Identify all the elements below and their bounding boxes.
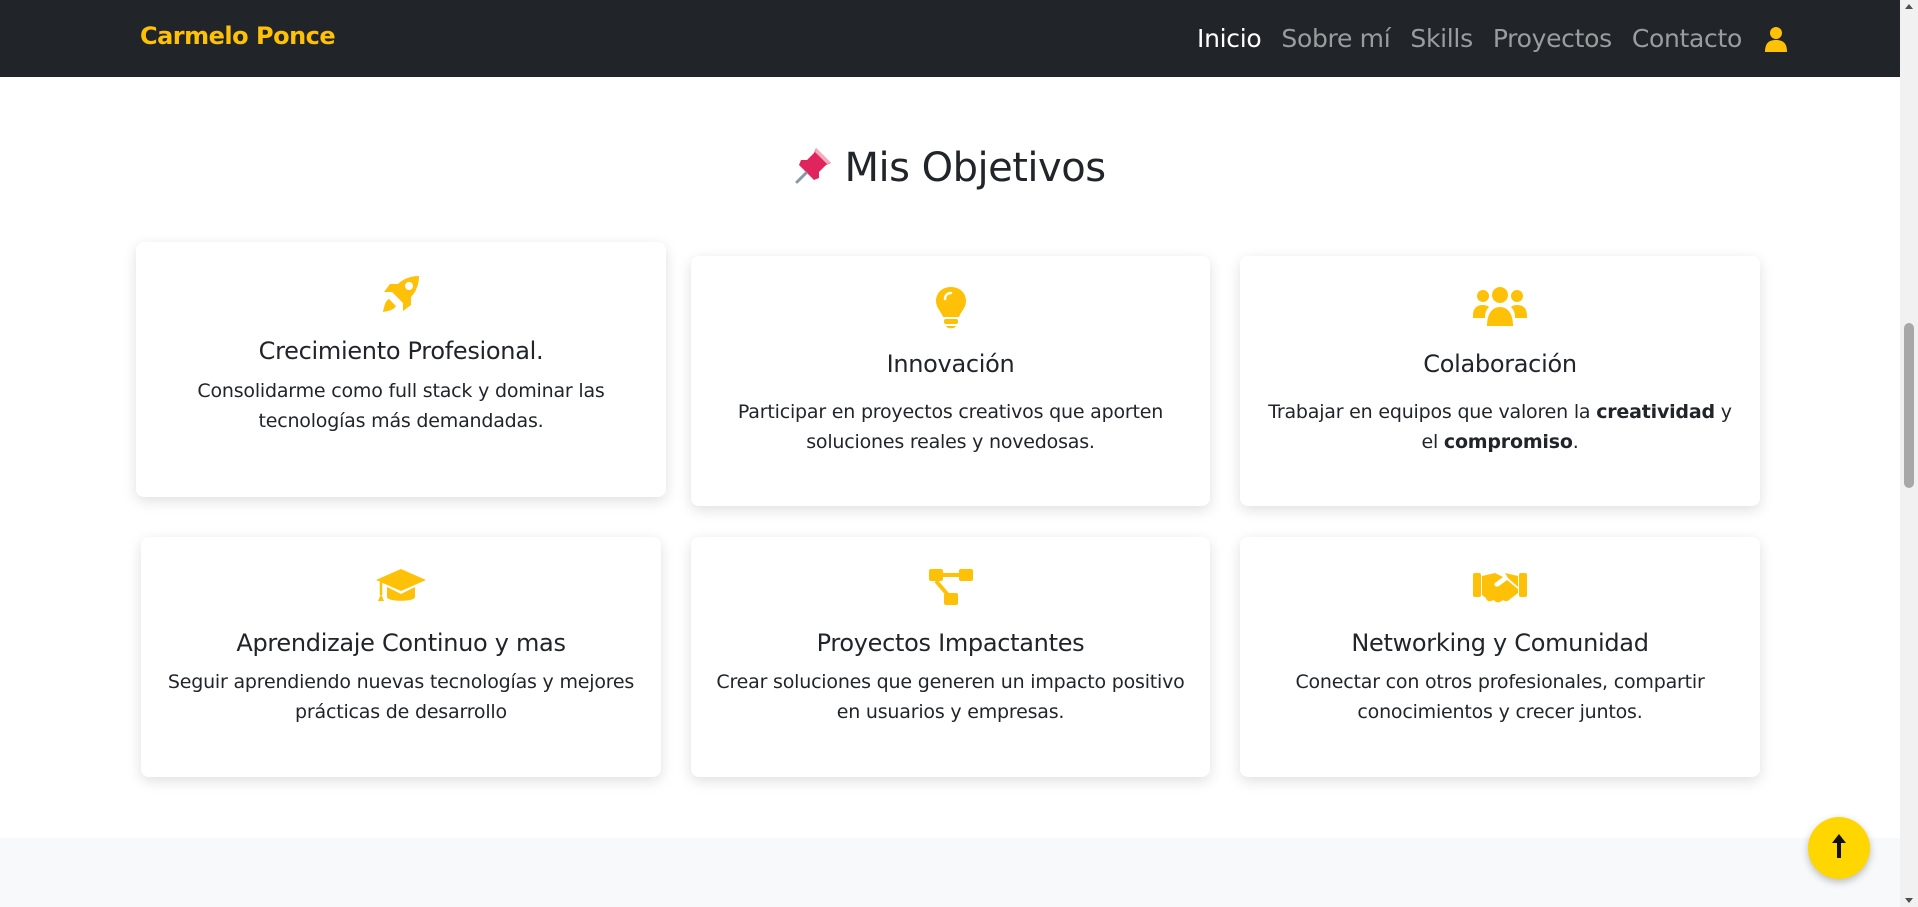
nav-links: Inicio Sobre mí Skills Proyectos Contact… — [1197, 0, 1790, 77]
navbar: Carmelo Ponce Inicio Sobre mí Skills Pro… — [0, 0, 1900, 77]
scroll-up-arrow[interactable] — [1905, 4, 1913, 9]
pushpin-icon — [794, 145, 834, 195]
card-text: Participar en proyectos creativos que ap… — [737, 401, 1164, 453]
card-title: Networking y Comunidad — [1351, 629, 1649, 657]
card-text: Consolidarme como full stack y dominar l… — [197, 380, 605, 432]
brand-logo[interactable]: Carmelo Ponce — [140, 22, 336, 50]
arrow-up-icon — [1831, 833, 1847, 863]
card-title: Crecimiento Profesional. — [258, 337, 544, 365]
card-innovacion: Innovación Participar en proyectos creat… — [691, 256, 1210, 506]
page-scrollbar[interactable] — [1900, 0, 1918, 907]
nav-link-sobre-mi[interactable]: Sobre mí — [1281, 24, 1390, 53]
section-title-text: Mis Objetivos — [844, 145, 1106, 191]
card-title: Innovación — [886, 350, 1015, 378]
card-title: Aprendizaje Continuo y mas — [236, 629, 566, 657]
card-title: Colaboración — [1423, 350, 1577, 378]
user-icon[interactable] — [1762, 25, 1790, 53]
handshake-icon — [1240, 567, 1760, 605]
card-text: Conectar con otros profesionales, compar… — [1295, 671, 1705, 723]
lightbulb-icon — [691, 286, 1210, 330]
rocket-icon — [136, 272, 666, 316]
card-proyectos-impactantes: Proyectos Impactantes Crear soluciones q… — [691, 537, 1210, 777]
card-aprendizaje-continuo: Aprendizaje Continuo y mas Seguir aprend… — [141, 537, 661, 777]
project-diagram-icon — [691, 567, 1210, 607]
card-colaboracion: Colaboración Trabajar en equipos que val… — [1240, 256, 1760, 506]
nav-link-skills[interactable]: Skills — [1410, 24, 1473, 53]
card-text: Seguir aprendiendo nuevas tecnologías y … — [167, 671, 635, 723]
nav-link-proyectos[interactable]: Proyectos — [1493, 24, 1612, 53]
scroll-down-arrow[interactable] — [1905, 898, 1913, 903]
nav-link-inicio[interactable]: Inicio — [1197, 24, 1262, 53]
objectives-section: Mis Objetivos Crecimiento Profesional. C… — [0, 77, 1900, 837]
section-title: Mis Objetivos — [0, 145, 1900, 195]
card-text: Trabajar en equipos que valoren la creat… — [1268, 401, 1732, 453]
next-section — [0, 838, 1900, 907]
card-text: Crear soluciones que generen un impacto … — [716, 671, 1185, 723]
users-icon — [1240, 286, 1760, 328]
scroll-to-top-button[interactable] — [1808, 817, 1870, 879]
card-networking-comunidad: Networking y Comunidad Conectar con otro… — [1240, 537, 1760, 777]
card-title: Proyectos Impactantes — [816, 629, 1085, 657]
nav-link-contacto[interactable]: Contacto — [1632, 24, 1742, 53]
graduation-cap-icon — [141, 567, 661, 607]
card-crecimiento-profesional: Crecimiento Profesional. Consolidarme co… — [136, 242, 666, 497]
scrollbar-thumb[interactable] — [1904, 323, 1914, 488]
